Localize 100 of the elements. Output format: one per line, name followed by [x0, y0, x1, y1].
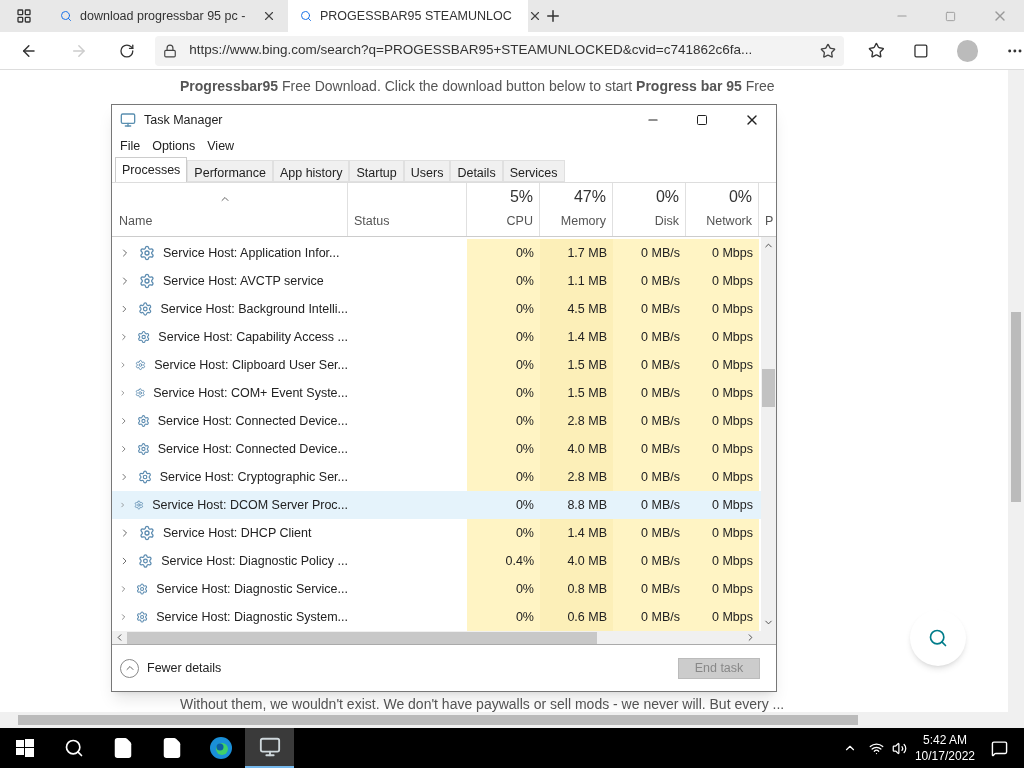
- tab[interactable]: Performance: [187, 160, 273, 182]
- tab[interactable]: Details: [450, 160, 503, 182]
- process-name: Service Host: Application Infor...: [163, 244, 340, 262]
- column-header[interactable]: Disk: [654, 212, 679, 231]
- edge-icon: [208, 736, 233, 760]
- process-name: Service Host: DHCP Client: [163, 524, 312, 542]
- metric-cell-text: 0%: [515, 496, 534, 514]
- column-header[interactable]: P: [765, 212, 776, 231]
- tab[interactable]: Users: [403, 160, 451, 182]
- process-row[interactable]: Service Host: Cryptographic Ser... 0% 2.8 MB 0 MB/s 0 Mbps: [112, 463, 761, 491]
- metric-cell-text: 1.4 MB: [567, 328, 607, 346]
- gear-icon: [137, 329, 151, 345]
- favorites-icon[interactable]: [868, 42, 885, 59]
- metric-cell-text: 0%: [515, 328, 534, 346]
- new-tab-icon[interactable]: [544, 7, 562, 25]
- process-row[interactable]: Service Host: Application Infor... 0% 1.7 MB 0 MB/s 0 Mbps: [112, 239, 761, 267]
- column-header[interactable]: Memory: [560, 212, 606, 231]
- menu-item[interactable]: Options: [152, 137, 196, 156]
- metric-cell-text: 0 Mbps: [712, 300, 753, 318]
- metric-cell-text: 0 MB/s: [641, 300, 680, 318]
- expand-icon[interactable]: [119, 331, 129, 343]
- process-row[interactable]: Service Host: COM+ Event Syste... 0% 1.5 MB 0 MB/s 0 Mbps: [112, 379, 761, 407]
- gear-icon: [134, 497, 145, 513]
- metric-cell-text: 0 Mbps: [712, 496, 753, 514]
- process-row[interactable]: Service Host: DCOM Server Proc... 0% 8.8 MB 0 MB/s 0 Mbps: [112, 491, 761, 519]
- metric-cell-text: 0 MB/s: [641, 552, 680, 570]
- volume-icon[interactable]: [891, 740, 907, 756]
- address-field[interactable]: https://www.bing.com/search?q=PROGESSBAR95+STEAMUNLOCKED&cvid=c741862c6fa...: [155, 35, 845, 66]
- menu-item[interactable]: View: [207, 137, 235, 156]
- column-header[interactable]: CPU: [506, 212, 533, 231]
- process-name: Service Host: Background Intelli...: [160, 300, 348, 318]
- clock-time[interactable]: 5:42 AM: [922, 732, 967, 748]
- fewer-details-link[interactable]: Fewer details: [147, 658, 222, 678]
- column-header[interactable]: Status: [354, 212, 466, 231]
- process-row[interactable]: Service Host: Background Intelli... 0% 4.5 MB 0 MB/s 0 Mbps: [112, 295, 761, 323]
- monitor-icon: [258, 736, 281, 758]
- column-header[interactable]: Name: [119, 212, 347, 231]
- gear-icon: [139, 273, 155, 289]
- network-icon[interactable]: [868, 740, 884, 756]
- column-header[interactable]: Network: [706, 212, 752, 231]
- search-button[interactable]: [910, 610, 966, 666]
- metric-cell-text: 0%: [515, 272, 534, 290]
- process-name: Service Host: Connected Device...: [157, 440, 348, 458]
- metric-cell-text: 0 Mbps: [712, 412, 753, 430]
- gear-icon: [136, 413, 150, 429]
- metric-cell-text: 0 Mbps: [712, 440, 753, 458]
- process-row[interactable]: Service Host: Connected Device... 0% 2.8 MB 0 MB/s 0 Mbps: [112, 407, 761, 435]
- metric-cell-text: 1.7 MB: [567, 244, 607, 262]
- metric-cell-text: 1.5 MB: [567, 356, 607, 374]
- scrollbar-thumb[interactable]: [1011, 312, 1021, 502]
- process-row[interactable]: Service Host: Diagnostic Service... 0% 0.8 MB 0 MB/s 0 Mbps: [112, 575, 761, 603]
- process-name: Service Host: COM+ Event Syste...: [153, 384, 348, 402]
- menu-item[interactable]: File: [120, 137, 141, 156]
- metric-cell-text: 0.4%: [505, 552, 534, 570]
- close-icon[interactable]: [262, 9, 276, 23]
- maximize-icon[interactable]: [696, 114, 708, 126]
- process-row[interactable]: Service Host: AVCTP service 0% 1.1 MB 0 MB/s 0 Mbps: [112, 267, 761, 295]
- process-row[interactable]: Service Host: Diagnostic Policy ... 0.4% 4.0 MB 0 MB/s 0 Mbps: [112, 547, 761, 575]
- search-icon: [928, 628, 948, 648]
- metric-cell-text: 0%: [515, 608, 534, 626]
- metric-cell-text: 0 MB/s: [641, 468, 680, 486]
- process-row[interactable]: Service Host: Diagnostic System... 0% 0.6 MB 0 MB/s 0 Mbps: [112, 603, 761, 631]
- refresh-icon[interactable]: [119, 42, 136, 59]
- vertical-scrollbar[interactable]: [761, 237, 776, 631]
- metric-cell-text: 0 MB/s: [641, 608, 680, 626]
- tab[interactable]: App history: [272, 160, 350, 182]
- process-row[interactable]: Service Host: Clipboard User Ser... 0% 1.5 MB 0 MB/s 0 Mbps: [112, 351, 761, 379]
- process-row[interactable]: Service Host: Connected Device... 0% 4.0 MB 0 MB/s 0 Mbps: [112, 435, 761, 463]
- restore-icon[interactable]: [945, 10, 956, 22]
- tab-title: download progressbar 95 pc -: [80, 7, 246, 25]
- lock-icon: [163, 43, 178, 58]
- horizontal-scrollbar[interactable]: [0, 712, 1024, 728]
- metric-cell-text: 0 Mbps: [712, 272, 753, 290]
- collections-icon[interactable]: [912, 42, 929, 59]
- metric-cell-text: 0 Mbps: [712, 384, 753, 402]
- gear-icon: [139, 245, 155, 261]
- notifications-icon[interactable]: [991, 739, 1008, 757]
- metric-cell-text: 4.0 MB: [567, 552, 607, 570]
- windows-logo-icon: [15, 739, 34, 757]
- process-row[interactable]: Service Host: DHCP Client 0% 1.4 MB 0 MB/s 0 Mbps: [112, 519, 761, 547]
- usage-total: 5%: [509, 187, 533, 208]
- process-name: Service Host: Cryptographic Ser...: [159, 468, 348, 486]
- tab-actions-icon[interactable]: [16, 8, 32, 24]
- tab[interactable]: Services: [502, 160, 565, 182]
- monitor-icon: [120, 112, 136, 128]
- profile-avatar[interactable]: [956, 39, 979, 62]
- metric-cell-text: 1.4 MB: [567, 524, 607, 542]
- metric-cell-text: 0 Mbps: [712, 244, 753, 262]
- metric-cell-text: 1.5 MB: [567, 384, 607, 402]
- metric-cell-text: 2.8 MB: [567, 412, 607, 430]
- process-row[interactable]: Service Host: Capability Access ... 0% 1.4 MB 0 MB/s 0 Mbps: [112, 323, 761, 351]
- scrollbar-thumb[interactable]: [762, 369, 775, 407]
- tab[interactable]: Processes: [115, 157, 188, 182]
- expand-icon[interactable]: [119, 359, 128, 371]
- horizontal-scrollbar[interactable]: [112, 631, 776, 645]
- clock-date[interactable]: 10/17/2022: [914, 748, 975, 764]
- taskbar-button[interactable]: [245, 728, 294, 768]
- tab[interactable]: Startup: [349, 160, 404, 182]
- favorite-icon[interactable]: [820, 42, 837, 59]
- usage-total: 0%: [655, 187, 679, 208]
